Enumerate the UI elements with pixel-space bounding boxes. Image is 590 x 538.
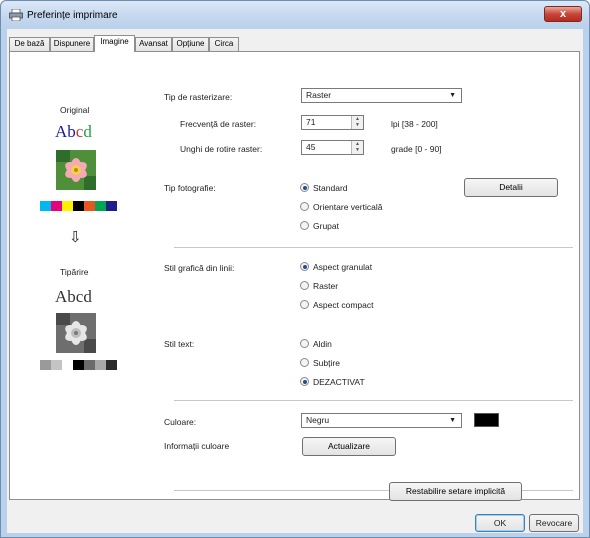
ok-button[interactable]: OK [475, 514, 525, 532]
photo-type-group-radio[interactable]: Grupat [300, 221, 339, 231]
text-style-off-radio[interactable]: DEZACTIVAT [300, 377, 365, 387]
color-swatch [474, 413, 499, 427]
chevron-down-icon: ▼ [449, 92, 456, 99]
print-photo-image [56, 313, 96, 353]
print-preferences-window: Preferințe imprimare x De bază Dispunere… [0, 0, 590, 538]
chevron-down-icon: ▼ [449, 417, 456, 424]
print-label: Tipărire [60, 267, 89, 277]
photo-type-standard-radio[interactable]: Standard [300, 183, 348, 193]
line-graphics-compact-radio[interactable]: Aspect compact [300, 300, 373, 310]
photo-type-label: Tip fotografie: [164, 183, 216, 193]
tab-image[interactable]: Imagine [94, 35, 135, 52]
swatch [84, 201, 95, 211]
print-gray-swatches [40, 360, 117, 370]
raster-type-dropdown[interactable]: Raster ▼ [301, 88, 462, 103]
swatch [106, 201, 117, 211]
line-graphics-label: Stil grafică din linii: [164, 263, 235, 273]
tab-basic[interactable]: De bază [9, 37, 50, 51]
separator [174, 247, 573, 248]
swatch [106, 360, 117, 370]
details-button[interactable]: Detalii [464, 178, 558, 197]
line-graphics-raster-radio[interactable]: Raster [300, 281, 338, 291]
original-photo-image [56, 150, 96, 190]
original-label: Original [60, 105, 90, 115]
arrow-down-icon: ⇩ [69, 229, 82, 246]
swatch [73, 201, 84, 211]
color-info-label: Informații culoare [164, 441, 230, 451]
original-color-swatches [40, 201, 117, 211]
printer-icon [9, 9, 23, 21]
color-dropdown[interactable]: Negru ▼ [301, 413, 462, 428]
restore-defaults-button[interactable]: Restabilire setare implicită [389, 482, 522, 501]
text-style-label: Stil text: [164, 339, 195, 349]
separator [174, 400, 573, 401]
swatch [51, 201, 62, 211]
title-bar: Preferințe imprimare x [1, 1, 589, 29]
swatch [51, 360, 62, 370]
raster-angle-stepper[interactable]: 45 ▲ ▼ [301, 140, 364, 155]
tab-layout[interactable]: Dispunere [50, 37, 94, 51]
text-style-bold-radio[interactable]: Aldin [300, 339, 332, 349]
swatch [95, 360, 106, 370]
spin-arrows-icon[interactable]: ▲ ▼ [351, 141, 363, 154]
tab-advanced[interactable]: Avansat [135, 37, 172, 51]
raster-frequency-stepper[interactable]: 71 ▲ ▼ [301, 115, 364, 130]
raster-frequency-label: Frecvență de raster: [180, 119, 257, 129]
window-title: Preferințe imprimare [27, 10, 118, 21]
swatch [40, 360, 51, 370]
spin-arrows-icon[interactable]: ▲ ▼ [351, 116, 363, 129]
raster-type-label: Tip de rasterizare: [164, 92, 233, 102]
raster-frequency-unit: lpi [38 - 200] [391, 119, 438, 129]
tab-option[interactable]: Opțiune [172, 37, 209, 51]
dialog-client: De bază Dispunere Imagine Avansat Opțiun… [7, 29, 583, 533]
swatch [95, 201, 106, 211]
swatch [73, 360, 84, 370]
swatch [40, 201, 51, 211]
color-label: Culoare: [164, 417, 197, 427]
raster-angle-label: Unghi de rotire raster: [180, 144, 263, 154]
text-style-thin-radio[interactable]: Subțire [300, 358, 340, 368]
image-tab-panel: Original Abcd ⇩ Tipărire Abcd Tip de ras… [9, 51, 580, 500]
tab-about[interactable]: Circa [209, 37, 239, 51]
photo-type-portrait-radio[interactable]: Orientare verticală [300, 202, 382, 212]
close-button[interactable]: x [544, 6, 582, 22]
swatch [62, 201, 73, 211]
swatch [62, 360, 73, 370]
print-sample-text: Abcd [55, 287, 92, 306]
close-icon: x [559, 8, 567, 20]
swatch [84, 360, 95, 370]
raster-angle-unit: grade [0 - 90] [391, 144, 442, 154]
original-sample-text: Abcd [55, 122, 92, 141]
update-button[interactable]: Actualizare [302, 437, 396, 456]
line-graphics-grainy-radio[interactable]: Aspect granulat [300, 262, 372, 272]
cancel-button[interactable]: Revocare [529, 514, 579, 532]
